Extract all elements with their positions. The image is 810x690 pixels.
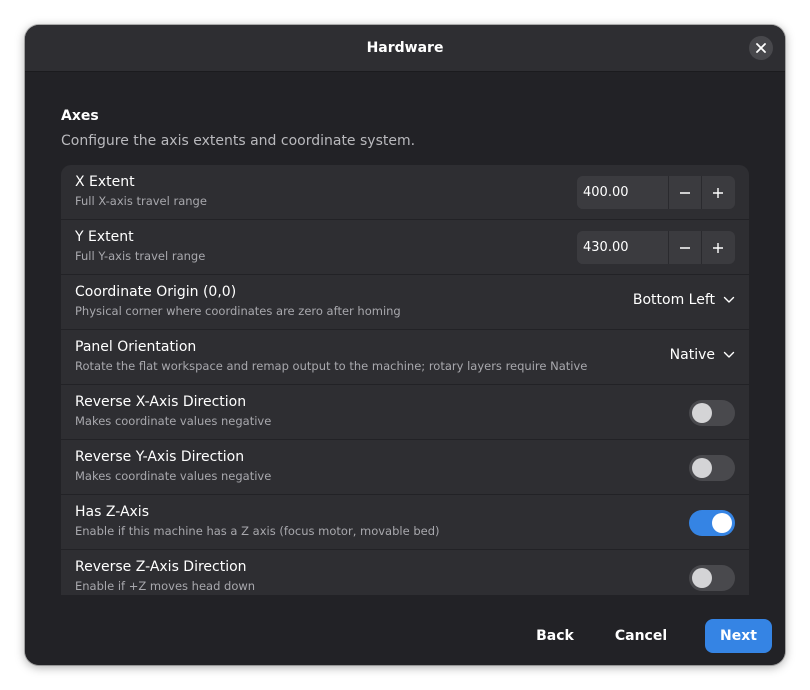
row-panel-orientation: Panel Orientation Rotate the flat worksp… [61, 330, 749, 385]
reverse-x-axis-switch[interactable] [689, 400, 735, 426]
x-extent-spinbutton: 400.00 [577, 176, 735, 209]
row-subtitle: Enable if +Z moves head down [75, 579, 256, 593]
panel-orientation-dropdown[interactable]: Native [670, 347, 735, 363]
row-subtitle: Full X-axis travel range [75, 194, 207, 208]
x-extent-increment-button[interactable] [701, 176, 734, 209]
dropdown-selected-value: Native [669, 347, 715, 363]
row-title: Reverse Z-Axis Direction [75, 559, 247, 575]
row-title: Panel Orientation [75, 339, 197, 355]
x-extent-decrement-button[interactable] [669, 176, 701, 209]
row-coordinate-origin: Coordinate Origin (0,0) Physical corner … [61, 275, 749, 330]
dialog-title: Hardware [366, 40, 444, 56]
x-extent-input[interactable]: 400.00 [577, 176, 669, 209]
switch-knob [712, 513, 732, 533]
row-title: Reverse Y-Axis Direction [75, 449, 245, 465]
row-title: X Extent [75, 174, 135, 190]
has-z-axis-switch[interactable] [689, 510, 735, 536]
close-icon [756, 43, 766, 53]
next-button[interactable]: Next [705, 619, 772, 653]
row-reverse-x-axis: Reverse X-Axis Direction Makes coordinat… [61, 385, 749, 440]
back-button[interactable]: Back [525, 619, 585, 653]
row-y-extent: Y Extent Full Y-axis travel range 430.00 [61, 220, 749, 275]
dropdown-selected-value: Bottom Left [632, 292, 715, 308]
row-title: Reverse X-Axis Direction [75, 394, 247, 410]
row-title: Coordinate Origin (0,0) [75, 284, 237, 300]
row-reverse-z-axis: Reverse Z-Axis Direction Enable if +Z mo… [61, 550, 749, 595]
row-x-extent: X Extent Full X-axis travel range 400.00 [61, 165, 749, 220]
plus-icon [713, 242, 723, 253]
minus-icon [680, 246, 690, 249]
row-subtitle: Makes coordinate values negative [75, 469, 272, 483]
y-extent-increment-button[interactable] [701, 231, 734, 264]
row-title: Y Extent [75, 229, 134, 245]
cancel-button[interactable]: Cancel [607, 619, 675, 653]
chevron-down-icon [723, 296, 735, 303]
close-button[interactable] [749, 36, 773, 60]
row-subtitle: Full Y-axis travel range [75, 249, 206, 263]
dialog-footer: Back Cancel Next [25, 595, 785, 665]
row-title: Has Z-Axis [75, 504, 149, 520]
section-title: Axes [61, 108, 99, 124]
y-extent-decrement-button[interactable] [669, 231, 701, 264]
section-subtitle: Configure the axis extents and coordinat… [61, 133, 416, 149]
row-subtitle: Makes coordinate values negative [75, 414, 272, 428]
coordinate-origin-dropdown[interactable]: Bottom Left [633, 292, 735, 308]
row-subtitle: Physical corner where coordinates are ze… [75, 304, 401, 318]
minus-icon [680, 191, 690, 194]
switch-knob [692, 403, 712, 423]
row-subtitle: Rotate the flat workspace and remap outp… [75, 359, 588, 373]
switch-knob [692, 458, 712, 478]
row-has-z-axis: Has Z-Axis Enable if this machine has a … [61, 495, 749, 550]
row-subtitle: Enable if this machine has a Z axis (foc… [75, 524, 440, 538]
plus-icon [713, 187, 723, 198]
reverse-y-axis-switch[interactable] [689, 455, 735, 481]
reverse-z-axis-switch[interactable] [689, 565, 735, 591]
y-extent-input[interactable]: 430.00 [577, 231, 669, 264]
switch-knob [692, 568, 712, 588]
axes-settings-list[interactable]: X Extent Full X-axis travel range 400.00… [61, 165, 749, 595]
dialog-header: Hardware [25, 25, 785, 72]
hardware-dialog: Hardware Axes Configure the axis extents… [25, 25, 785, 665]
row-reverse-y-axis: Reverse Y-Axis Direction Makes coordinat… [61, 440, 749, 495]
chevron-down-icon [723, 351, 735, 358]
y-extent-spinbutton: 430.00 [577, 231, 735, 264]
